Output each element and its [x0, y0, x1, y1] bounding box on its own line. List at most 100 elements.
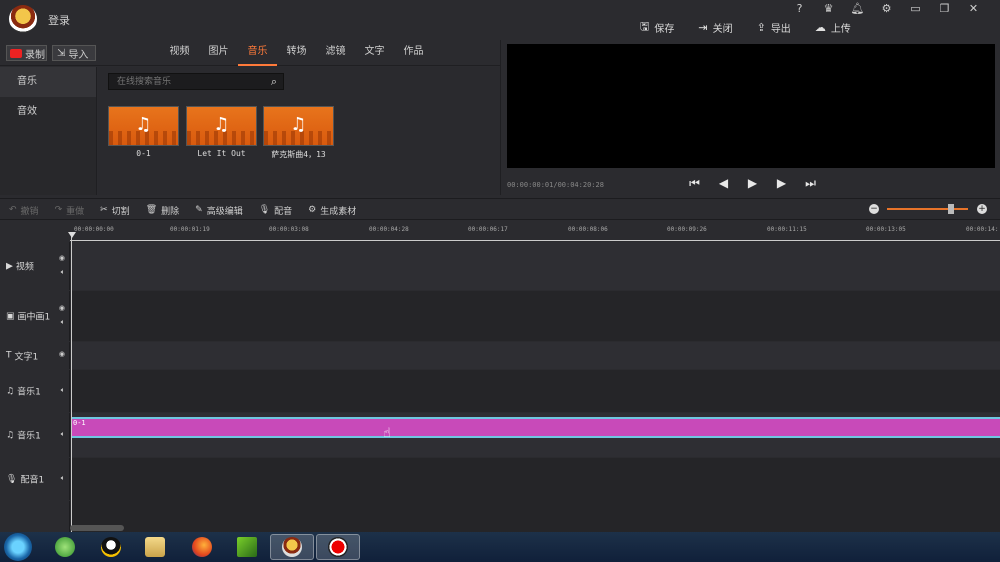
help-icon[interactable]: ?	[785, 2, 814, 16]
import-icon: ⇲	[57, 47, 66, 59]
login-link[interactable]: 登录	[48, 12, 70, 28]
taskbar-app-firefox[interactable]	[180, 534, 224, 560]
zoom-in-icon[interactable]: +	[977, 204, 987, 214]
voiceover-button[interactable]: 🎙︎ 配音	[259, 204, 292, 217]
tab-music[interactable]: 音乐	[238, 40, 277, 66]
eye-icon[interactable]: ◉	[59, 350, 65, 358]
search-input[interactable]	[117, 75, 267, 89]
playback-time: 00:00:00:01/00:04:20:28	[507, 181, 604, 189]
zoom-out-icon[interactable]: −	[869, 204, 879, 214]
delete-button[interactable]: 🗑︎ 删除	[146, 204, 179, 217]
skip-to-start-icon[interactable]: ⏮	[687, 176, 702, 191]
media-library: ⌕ ♫ 0-1 ♫ Let It Out ♫ 萨克斯曲4，13	[98, 67, 500, 195]
crown-icon[interactable]: ♛	[814, 2, 843, 16]
speaker-icon[interactable]: 🔈︎	[61, 268, 65, 277]
tab-text[interactable]: 文字	[355, 40, 394, 66]
app-logo-icon[interactable]	[9, 5, 37, 33]
save-icon: 🖫	[640, 20, 650, 33]
zoom-slider-handle[interactable]	[948, 204, 954, 214]
track-lane-music1[interactable]	[71, 370, 1000, 412]
timeline-horizontal-scrollbar[interactable]	[70, 525, 124, 531]
taskbar-app-video-editor[interactable]	[270, 534, 314, 560]
step-forward-icon[interactable]: ▶	[774, 176, 789, 191]
music-track-icon: ♫	[6, 386, 15, 396]
trash-icon: 🗑︎	[145, 205, 158, 215]
video-editor-icon	[282, 537, 302, 557]
track-header-text[interactable]: T 文字1 ◉	[0, 342, 70, 369]
import-button[interactable]: ⇲ 导入	[52, 45, 96, 61]
tab-filter[interactable]: 滤镜	[316, 40, 355, 66]
step-back-icon[interactable]: ◀	[716, 176, 731, 191]
eye-icon[interactable]: ◉	[59, 304, 65, 312]
music-note-icon: ♫	[290, 114, 307, 135]
close-project-button[interactable]: ⇥ 关闭	[698, 18, 732, 37]
undo-button[interactable]: ↶ 撤销	[9, 204, 39, 217]
taskbar-app-explorer[interactable]	[133, 534, 177, 560]
track-header-voiceover[interactable]: 🎙︎ 配音1 🔈︎	[0, 458, 70, 500]
generate-material-button[interactable]: ⚙ 生成素材	[308, 204, 356, 217]
start-button-icon[interactable]	[4, 533, 32, 561]
music-thumbnail[interactable]: ♫	[263, 106, 334, 146]
music-clip[interactable]: 0-1	[71, 417, 1000, 438]
track-header-pip[interactable]: ▣ 画中画1 ◉ 🔈︎	[0, 291, 70, 341]
music-thumbnail[interactable]: ♫	[108, 106, 179, 146]
scissors-icon: ✂	[100, 205, 108, 215]
ruler-tick-label: 00:00:08:06	[568, 226, 608, 233]
ruler-tick-label: 00:00:11:15	[767, 226, 807, 233]
redo-button[interactable]: ↷ 重做	[55, 204, 85, 217]
timeline-ruler[interactable]: 00:00:00:00 00:00:01:19 00:00:03:08 00:0…	[70, 221, 1000, 241]
close-project-icon: ⇥	[698, 21, 708, 34]
track-header-video[interactable]: ▶ 视频 ◉ 🔈︎	[0, 242, 70, 290]
tab-transition[interactable]: 转场	[277, 40, 316, 66]
speaker-icon[interactable]: 🔈︎	[61, 386, 65, 395]
redo-icon: ↷	[54, 205, 63, 215]
upload-icon: ☁	[814, 21, 826, 34]
record-button[interactable]: 录制	[6, 45, 47, 61]
skip-to-end-icon[interactable]: ⏭	[803, 176, 818, 191]
taskbar-app-player[interactable]	[225, 534, 269, 560]
music-item-label: 萨克斯曲4，13	[271, 150, 326, 159]
track-lane-pip[interactable]	[71, 291, 1000, 341]
voiceover-track-icon: 🎙︎	[6, 474, 18, 484]
pip-track-icon: ▣	[6, 311, 15, 321]
track-header-music1[interactable]: ♫ 音乐1 🔈︎	[0, 370, 70, 412]
eye-icon[interactable]: ◉	[59, 254, 65, 262]
playhead-handle-icon[interactable]	[68, 232, 76, 238]
bell-icon[interactable]: 🔔︎	[843, 2, 872, 16]
sidebar-item-music[interactable]: 音乐	[0, 67, 96, 97]
tab-image[interactable]: 图片	[199, 40, 238, 66]
export-button[interactable]: ⇪ 导出	[757, 18, 791, 37]
track-lane-voiceover[interactable]	[71, 458, 1000, 532]
taskbar-app-browser[interactable]	[43, 534, 87, 560]
playhead-line[interactable]	[71, 232, 72, 532]
save-button[interactable]: 🖫 保存	[640, 18, 674, 37]
track-lane-video[interactable]	[71, 242, 1000, 290]
minimize-icon[interactable]: ▭	[901, 2, 930, 16]
maximize-icon[interactable]: ❐	[930, 2, 959, 16]
speaker-icon[interactable]: 🔈︎	[61, 474, 65, 483]
track-header-music2[interactable]: ♫ 音乐1 🔈︎	[0, 413, 70, 457]
search-icon[interactable]: ⌕	[271, 75, 277, 89]
ruler-tick-label: 00:00:01:19	[170, 226, 210, 233]
title-bar: 登录 ? ♛ 🔔︎ ⚙ ▭ ❐ ✕ 🖫 保存 ⇥ 关闭 ⇪ 导出 ☁ 上传	[0, 0, 1000, 40]
zoom-slider-track[interactable]	[887, 208, 968, 210]
cut-button[interactable]: ✂ 切割	[100, 204, 130, 217]
track-lane-text[interactable]	[71, 342, 1000, 369]
play-icon[interactable]: ▶	[745, 176, 760, 191]
taskbar-app-recorder[interactable]	[316, 534, 360, 560]
speaker-icon[interactable]: 🔈︎	[61, 430, 65, 439]
speaker-icon[interactable]: 🔈︎	[61, 318, 65, 327]
record-icon	[328, 537, 348, 557]
preview-screen[interactable]	[507, 44, 995, 168]
ruler-tick-label: 00:00:06:17	[468, 226, 508, 233]
music-thumbnail[interactable]: ♫	[186, 106, 257, 146]
tab-video[interactable]: 视频	[160, 40, 199, 66]
close-icon[interactable]: ✕	[959, 2, 988, 16]
sidebar-item-sound-effects[interactable]: 音效	[0, 97, 96, 127]
advanced-edit-button[interactable]: ✎ 高级编辑	[195, 204, 243, 217]
taskbar-app-qq[interactable]	[89, 534, 133, 560]
record-icon	[10, 48, 22, 58]
gear-icon[interactable]: ⚙	[872, 2, 901, 16]
tab-works[interactable]: 作品	[394, 40, 433, 66]
upload-button[interactable]: ☁ 上传	[815, 18, 851, 37]
